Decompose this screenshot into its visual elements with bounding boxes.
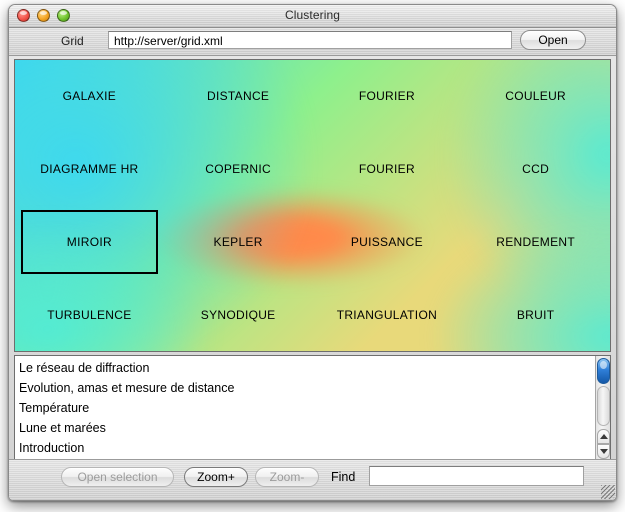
zoom-out-button[interactable]: Zoom- [255, 467, 319, 487]
zoom-in-button[interactable]: Zoom+ [184, 467, 248, 487]
grid-cell-label: TRIANGULATION [337, 308, 437, 322]
grid-cell[interactable]: TRIANGULATION [313, 278, 462, 351]
grid-cell-label: RENDEMENT [496, 235, 575, 249]
list-item[interactable]: Le réseau de diffraction [19, 358, 594, 378]
grid-cell-label: COULEUR [505, 89, 566, 103]
bottom-toolbar: Open selection Zoom+ Zoom- Find [9, 459, 616, 500]
grid-cell[interactable]: BRUIT [461, 278, 610, 351]
grid-cell[interactable]: TURBULENCE [15, 278, 164, 351]
list-scrollbar[interactable] [595, 356, 610, 460]
window-title: Clustering [9, 8, 616, 22]
grid-cell[interactable]: COULEUR [461, 60, 610, 133]
grid-url-toolbar: Grid http://server/grid.xml Open [9, 28, 616, 56]
scrollbar-track[interactable] [597, 386, 610, 426]
scrollbar-thumb[interactable] [597, 358, 610, 384]
grid-label: Grid [61, 34, 84, 48]
grid-cell[interactable]: GALAXIE [15, 60, 164, 133]
grid-cell-label: FOURIER [359, 162, 415, 176]
window-titlebar[interactable]: Clustering [9, 5, 616, 28]
grid-cell[interactable]: PUISSANCE [313, 206, 462, 279]
open-selection-button[interactable]: Open selection [61, 467, 174, 487]
document-list[interactable]: Le réseau de diffractionEvolution, amas … [14, 355, 611, 461]
grid-cell-label: TURBULENCE [47, 308, 131, 322]
list-item[interactable]: Introduction [19, 438, 594, 458]
grid-cell[interactable]: KEPLER [164, 206, 313, 279]
grid-cell-label: MIROIR [67, 235, 112, 249]
grid-cell[interactable]: FOURIER [313, 133, 462, 206]
document-list-items: Le réseau de diffractionEvolution, amas … [15, 356, 594, 460]
grid-cell-label: GALAXIE [63, 89, 116, 103]
grid-cell[interactable]: FOURIER [313, 60, 462, 133]
open-button[interactable]: Open [520, 30, 586, 50]
grid-cell-label: KEPLER [214, 235, 263, 249]
grid-cell-label: BRUIT [517, 308, 555, 322]
find-label: Find [331, 470, 355, 484]
grid-cell[interactable]: DIAGRAMME HR [15, 133, 164, 206]
application-window: Clustering Grid http://server/grid.xml O… [8, 4, 617, 501]
scroll-down-arrow[interactable] [597, 444, 610, 459]
grid-cell-label: SYNODIQUE [201, 308, 276, 322]
grid-cell[interactable]: CCD [461, 133, 610, 206]
resize-grip[interactable] [601, 485, 615, 499]
scroll-up-arrow[interactable] [597, 429, 610, 444]
grid-cell[interactable]: COPERNIC [164, 133, 313, 206]
grid-cell[interactable]: MIROIR [15, 206, 164, 279]
triangle-up-icon [600, 434, 608, 439]
grid-cell[interactable]: DISTANCE [164, 60, 313, 133]
grid-cell-label: FOURIER [359, 89, 415, 103]
grid-cell-label: DIAGRAMME HR [40, 162, 138, 176]
grid-cell-label: COPERNIC [205, 162, 271, 176]
grid-cell-label: DISTANCE [207, 89, 269, 103]
clustering-grid[interactable]: GALAXIE DISTANCE FOURIER COULEUR DIAGRAMME H… [14, 59, 611, 352]
list-item[interactable]: Température [19, 398, 594, 418]
grid-url-input[interactable]: http://server/grid.xml [108, 31, 512, 49]
grid-cell-label: PUISSANCE [351, 235, 423, 249]
grid-cell[interactable]: RENDEMENT [461, 206, 610, 279]
grid-cell-container: GALAXIE DISTANCE FOURIER COULEUR DIAGRAMME H… [15, 60, 610, 351]
grid-cell[interactable]: SYNODIQUE [164, 278, 313, 351]
list-item[interactable]: Evolution, amas et mesure de distance [19, 378, 594, 398]
triangle-down-icon [600, 449, 608, 454]
grid-cell-label: CCD [522, 162, 549, 176]
list-item[interactable]: Lune et marées [19, 418, 594, 438]
find-input[interactable] [369, 466, 584, 486]
